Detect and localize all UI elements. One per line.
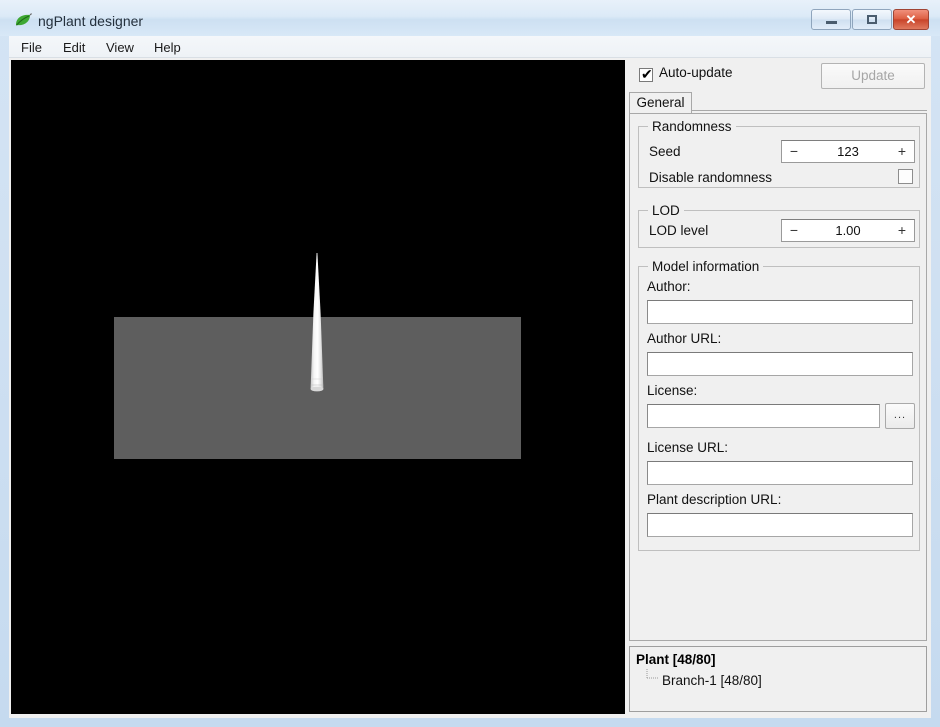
tree-item-branch-1[interactable]: Branch-1 [48/80]: [662, 673, 762, 688]
seed-value: 123: [837, 144, 859, 159]
author-field[interactable]: [647, 300, 913, 324]
lod-group: LOD LOD level − 1.00 +: [638, 203, 920, 248]
update-button[interactable]: Update: [821, 63, 925, 89]
tab-general[interactable]: General: [629, 92, 692, 114]
seed-label: Seed: [649, 144, 681, 159]
tab-strip: General: [629, 92, 927, 114]
title-bar: ngPlant designer ✕: [0, 0, 940, 36]
tree-item-plant[interactable]: Plant [48/80]: [636, 652, 716, 667]
model-information-group-title: Model information: [648, 259, 764, 274]
leaf-icon: [14, 13, 32, 28]
plant-structure-tree[interactable]: Plant [48/80] Branch-1 [48/80]: [629, 646, 927, 712]
3d-preview-viewport[interactable]: [11, 60, 625, 714]
properties-panel: ✔ Auto-update Update General Randomness …: [627, 60, 929, 714]
close-button[interactable]: ✕: [893, 9, 929, 30]
disable-randomness-label: Disable randomness: [649, 170, 773, 185]
general-tab-panel: Randomness Seed − 123 + Disable randomne…: [629, 113, 927, 641]
license-label: License:: [647, 383, 698, 398]
author-url-field[interactable]: [647, 352, 913, 376]
disable-randomness-checkbox[interactable]: [898, 169, 913, 184]
menu-bar: File Edit View Help: [9, 36, 931, 58]
lod-level-value: 1.00: [835, 223, 861, 238]
license-url-label: License URL:: [647, 440, 729, 455]
auto-update-label: Auto-update: [659, 65, 733, 80]
seed-decrement-button[interactable]: −: [784, 141, 804, 162]
application-window: ngPlant designer ✕ File Edit View Help ✔…: [0, 0, 940, 727]
model-information-group: Model information Author: Author URL: Li…: [638, 259, 920, 551]
lod-decrement-button[interactable]: −: [784, 220, 804, 241]
lod-group-title: LOD: [648, 203, 684, 218]
close-icon: ✕: [905, 12, 917, 27]
plant-stem-model: [306, 253, 328, 394]
minimize-button[interactable]: [811, 9, 851, 30]
randomness-group-title: Randomness: [648, 119, 736, 134]
randomness-group: Randomness Seed − 123 + Disable randomne…: [638, 119, 920, 188]
auto-update-row: ✔ Auto-update Update: [627, 60, 929, 92]
lod-level-label: LOD level: [649, 223, 709, 238]
client-area: ✔ Auto-update Update General Randomness …: [9, 58, 931, 718]
check-icon: ✔: [641, 66, 653, 82]
plant-description-url-field[interactable]: [647, 513, 913, 537]
author-label: Author:: [647, 279, 691, 294]
tree-branch-connector-icon: [646, 669, 660, 681]
menu-item-help[interactable]: Help: [147, 39, 188, 56]
seed-increment-button[interactable]: +: [892, 141, 912, 162]
window-title: ngPlant designer: [38, 13, 144, 29]
lod-level-spinner[interactable]: − 1.00 +: [781, 219, 915, 242]
maximize-button[interactable]: [852, 9, 892, 30]
auto-update-checkbox[interactable]: ✔: [639, 66, 653, 82]
author-url-label: Author URL:: [647, 331, 722, 346]
menu-item-edit[interactable]: Edit: [56, 39, 92, 56]
menu-item-view[interactable]: View: [99, 39, 141, 56]
seed-spinner[interactable]: − 123 +: [781, 140, 915, 163]
license-field[interactable]: [647, 404, 880, 428]
minimize-icon: [812, 10, 850, 29]
license-url-field[interactable]: [647, 461, 913, 485]
menu-item-file[interactable]: File: [14, 39, 49, 56]
plant-description-url-label: Plant description URL:: [647, 492, 782, 507]
maximize-icon: [853, 10, 891, 29]
lod-increment-button[interactable]: +: [892, 220, 912, 241]
license-browse-button[interactable]: ...: [885, 403, 915, 429]
